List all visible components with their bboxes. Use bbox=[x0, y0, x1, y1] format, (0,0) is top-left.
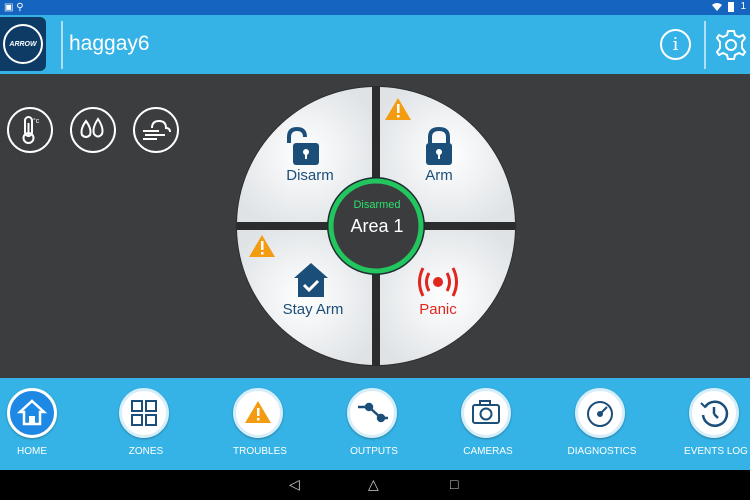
status-bar: ▣ ⚲ 1 bbox=[0, 0, 750, 15]
outputs-button[interactable] bbox=[347, 388, 397, 438]
system-nav-bar: ◁ △ □ bbox=[0, 470, 750, 500]
header-divider-right bbox=[704, 21, 706, 69]
status-notification-icons: ▣ ⚲ bbox=[4, 2, 24, 13]
history-icon bbox=[700, 400, 729, 427]
weather-icon bbox=[143, 119, 171, 140]
home-button[interactable] bbox=[7, 388, 57, 438]
nav-cameras[interactable]: CAMERAS bbox=[438, 378, 538, 470]
nav-label-home: HOME bbox=[17, 446, 47, 457]
cameras-button[interactable] bbox=[461, 388, 511, 438]
nav-label-diagnostics: DIAGNOSTICS bbox=[567, 446, 637, 457]
panic-label: Panic bbox=[419, 301, 457, 318]
thermo-unit: °c bbox=[33, 117, 40, 125]
thermometer-icon: °c bbox=[22, 116, 40, 144]
outputs-switch-icon bbox=[358, 402, 388, 423]
nav-outputs[interactable]: OUTPUTS bbox=[324, 378, 424, 470]
gauge-icon bbox=[587, 401, 613, 427]
nav-label-zones: ZONES bbox=[128, 446, 164, 457]
app-header: ARROW haggay6 i bbox=[0, 15, 750, 74]
zones-grid-icon bbox=[131, 400, 157, 426]
nav-label-events-log: EVENTS LOG bbox=[684, 446, 748, 457]
nav-troubles[interactable]: TROUBLES bbox=[210, 378, 310, 470]
warning-icon bbox=[245, 401, 271, 423]
weather-button[interactable] bbox=[133, 107, 179, 153]
diagnostics-button[interactable] bbox=[575, 388, 625, 438]
home-icon bbox=[16, 399, 48, 426]
disarm-label: Disarm bbox=[286, 167, 334, 184]
nav-label-outputs: OUTPUTS bbox=[350, 446, 398, 457]
header-divider bbox=[61, 21, 63, 69]
status-right: 1 bbox=[712, 1, 746, 12]
nav-zones[interactable]: ZONES bbox=[96, 378, 196, 470]
android-home-button[interactable]: △ bbox=[368, 476, 379, 493]
area-status-text: Disarmed bbox=[353, 199, 401, 211]
humidity-icon bbox=[80, 117, 104, 138]
nav-events-log[interactable]: EVENTS LOG bbox=[666, 378, 750, 470]
camera-icon bbox=[472, 400, 500, 424]
battery-icon bbox=[728, 1, 735, 12]
nav-home[interactable]: HOME bbox=[0, 378, 82, 470]
recents-button[interactable]: □ bbox=[450, 476, 458, 492]
troubles-button[interactable] bbox=[233, 388, 283, 438]
status-time: 1 bbox=[740, 1, 746, 12]
stay-arm-label: Stay Arm bbox=[282, 301, 344, 318]
settings-gear-icon[interactable] bbox=[714, 28, 748, 62]
temperature-button[interactable]: °c bbox=[7, 107, 53, 153]
bottom-nav: HOME ZONES TROUBLES OUTPUTS CAMERAS DIAG… bbox=[0, 378, 750, 470]
humidity-button[interactable] bbox=[70, 107, 116, 153]
zones-button[interactable] bbox=[119, 388, 169, 438]
back-button[interactable]: ◁ bbox=[289, 476, 300, 493]
arm-label: Arm bbox=[425, 167, 453, 184]
brand-logo[interactable]: ARROW bbox=[0, 17, 46, 71]
logo-text: ARROW bbox=[9, 40, 37, 48]
info-button[interactable]: i bbox=[660, 29, 691, 60]
nav-label-troubles: TROUBLES bbox=[233, 446, 287, 457]
wifi-icon bbox=[712, 2, 723, 11]
app-screen: ▣ ⚲ 1 ARROW haggay6 i °c Disarm Arm Stay… bbox=[0, 0, 750, 500]
events-log-button[interactable] bbox=[689, 388, 739, 438]
page-title: haggay6 bbox=[69, 32, 150, 55]
nav-diagnostics[interactable]: DIAGNOSTICS bbox=[552, 378, 652, 470]
area-name: Area 1 bbox=[350, 216, 404, 236]
nav-label-cameras: CAMERAS bbox=[463, 446, 513, 457]
logo-emblem: ARROW bbox=[3, 24, 43, 64]
